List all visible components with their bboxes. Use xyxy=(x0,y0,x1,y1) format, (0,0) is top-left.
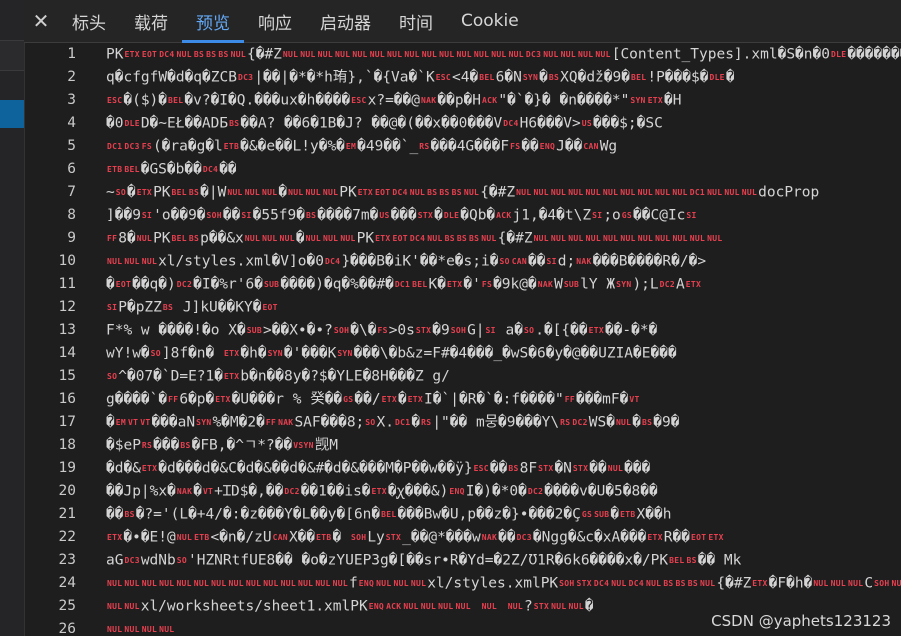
line-number: 22 xyxy=(58,529,76,545)
code-line: 17 �EM VT VT���aNSYN%�M�2�FF NAKSAF���8;SOX.… xyxy=(24,411,901,434)
code-line: 12 SIP�pZZBS J]kU��KY�EOT xyxy=(24,296,901,319)
line-text: wY!w�SO]8f�n� ETX�h�SYN�'���KSYN���\�b&z… xyxy=(106,345,677,362)
line-number: 21 xyxy=(58,506,76,522)
code-line: 3 ESC�($)�BEL�v?�I�Q.���ux�h����ESCx?=��@… xyxy=(24,89,901,112)
line-number: 11 xyxy=(58,276,76,292)
line-number: 23 xyxy=(58,552,76,568)
code-line: 2 q�cfgfW�d�q�ZCBDC3|��|�*�*h珛},`�{Va�`KE… xyxy=(24,66,901,89)
line-number: 20 xyxy=(58,483,76,499)
line-text: ESC�($)�BEL�v?�I�Q.���ux�h����ESCx?=��@N… xyxy=(107,92,682,109)
line-text: FF8�NULPKBEL BSp��&xNUL NUL NUL�NUL NUL NULPK… xyxy=(107,230,723,247)
side-panel-row[interactable] xyxy=(0,70,24,101)
line-text: NUL NUL NUL NUL xyxy=(107,625,175,634)
line-text: ��BS�?='(L�+4/�:�z���Y�L��y�[6n�BEL���Bw… xyxy=(106,506,672,523)
line-number: 15 xyxy=(58,368,76,384)
line-number: 18 xyxy=(58,437,76,453)
line-text: q�cfgfW�d�q�ZCBDC3|��|�*�*h珛},`�{Va�`KES… xyxy=(106,69,735,86)
code-line: 20 ��Jp|%x�NAK�VT+ꞮD$�,��DC2��1��is�ETX�ꭕ… xyxy=(24,480,901,503)
code-line: 9 FF8�NULPKBEL BSp��&xNUL NUL NUL�NUL NUL NULP… xyxy=(24,227,901,250)
line-number: 10 xyxy=(58,253,76,269)
line-number: 4 xyxy=(67,115,76,131)
line-text: F*% w ����!�o X�SUB>��X•�•?SOH�\�FS>0sST… xyxy=(106,322,658,339)
line-number: 12 xyxy=(58,299,76,315)
line-text: �EOT��q�)DC2�I�%r'6�SUB����)�q�%��#�DC1 B… xyxy=(106,276,702,293)
code-line: 1 PKETX EOT DC4 NUL BS BS BS NUL{�#ZNUL NUL NUL NUL… xyxy=(24,43,901,66)
code-line: 7 ~SO�ETXPKBEL BS�|WNUL NUL NUL�NUL NUL NULPKE… xyxy=(24,181,901,204)
code-line: 22 ETX�•�E!@NUL ETB<�n�/zUCANX��ETB� SOHLy… xyxy=(24,526,901,549)
response-preview-code[interactable]: 1 PKETX EOT DC4 NUL BS BS BS NUL{�#ZNUL NUL NUL NUL… xyxy=(24,43,901,636)
tab-headers[interactable]: 标头 xyxy=(58,0,120,42)
line-text: ~SO�ETXPKBEL BS�|WNUL NUL NUL�NUL NUL NULPKET… xyxy=(106,184,820,201)
line-number: 1 xyxy=(67,46,76,62)
line-number: 8 xyxy=(67,207,76,223)
code-line: 14 wY!w�SO]8f�n� ETX�h�SYN�'���KSYN���\�b… xyxy=(24,342,901,365)
tab-preview[interactable]: 预览 xyxy=(182,0,244,43)
code-line: 21 ��BS�?='(L�+4/�:�z���Y�L��y�[6n�BEL���… xyxy=(24,503,901,526)
line-text: g����`�FF6�p�ETX�U���r % 癸��GS��/ETX�ETX… xyxy=(106,391,640,408)
tab-timing[interactable]: 时间 xyxy=(385,0,447,42)
line-text: NUL NUL NULxl/styles.xml�V]o�0DC4}���B�iK'… xyxy=(107,253,707,270)
line-number: 6 xyxy=(67,161,76,177)
code-line: 24 NUL NUL NUL NUL NUL NUL NUL NUL NUL NUL NUL NUL NU… xyxy=(24,572,901,595)
code-line: 8 ]��9SI'o��9�SOH��SI�55f9�BS����7m�US���… xyxy=(24,204,901,227)
line-number: 26 xyxy=(58,621,76,636)
line-number: 17 xyxy=(58,414,76,430)
code-line: 13 F*% w ����!�o X�SUB>��X•�•?SOH�\�FS>0s… xyxy=(24,319,901,342)
line-text: ]��9SI'o��9�SOH��SI�55f9�BS����7m�US���S… xyxy=(106,207,697,224)
line-number: 2 xyxy=(67,69,76,85)
line-number: 9 xyxy=(67,230,76,246)
tab-cookies[interactable]: Cookie xyxy=(447,0,533,42)
watermark: CSDN @yaphets123123 xyxy=(709,612,893,630)
line-number: 7 xyxy=(67,184,76,200)
line-text: �EM VT VT���aNSYN%�M�2�FF NAKSAF���8;SOX.DC… xyxy=(106,414,680,431)
tab-response[interactable]: 响应 xyxy=(244,0,306,42)
line-text: �$ePRS���BS�FB,�^ㄱ*?��VSYN觊M xyxy=(106,437,338,454)
line-number: 14 xyxy=(58,345,76,361)
code-line: 19 �d�&ETX�d���d�&C�d�&��d�&#�d�&���M�P��… xyxy=(24,457,901,480)
code-line: 10 NUL NUL NULxl/styles.xml�V]o�0DC4}���B�i… xyxy=(24,250,901,273)
line-text: ETX�•�E!@NUL ETB<�n�/zUCANX��ETB� SOHLyST… xyxy=(107,529,724,546)
code-line: 11 �EOT��q�)DC2�I�%r'6�SUB����)�q�%��#�DC… xyxy=(24,273,901,296)
devtools-tab-bar: ✕ 标头 载荷 预览 响应 启动器 时间 Cookie xyxy=(24,0,901,43)
line-text: PKETX EOT DC4 NUL BS BS BS NUL{�#ZNUL NUL NUL NUL N… xyxy=(106,46,901,63)
line-number: 5 xyxy=(67,138,76,154)
line-text: DC1 DC3 FS(�ra�g�lETB�&�e��L!y�%�EM�49��`_… xyxy=(107,138,618,155)
code-line: 15 SO^�07�`D=E?1�ETXb�n��8y�?$�YLE�8H���Z… xyxy=(24,365,901,388)
line-number: 3 xyxy=(67,92,76,108)
side-panel-row[interactable] xyxy=(0,40,24,71)
line-text: �d�&ETX�d���d�&C�d�&��d�&#�d�&���M�P��w�… xyxy=(106,460,651,477)
line-text: aGDC3wdNbSO'HZNRtfUE8�� �o�zYUEP3g�[��sr… xyxy=(106,552,742,569)
line-text: �0DLED�~EŁ��ADБBS��A? ��6�1B�J? ��@�(��x… xyxy=(106,115,663,132)
line-text: SO^�07�`D=E?1�ETXb�n��8y�?$�YLE�8H���Z g… xyxy=(107,368,450,385)
line-text: NUL NULxl/worksheets/sheet1.xmlPKENQ ACK NU… xyxy=(107,598,594,615)
tab-initiator[interactable]: 启动器 xyxy=(306,0,385,42)
line-text: NUL NUL NUL NUL NUL NUL NUL NUL NUL NUL NUL NUL NUL N… xyxy=(107,575,901,592)
side-panel-selected-row[interactable] xyxy=(0,100,24,128)
close-icon[interactable]: ✕ xyxy=(24,0,58,42)
code-line: 4 �0DLED�~EŁ��ADБBS��A? ��6�1B�J? ��@�(��… xyxy=(24,112,901,135)
code-line: 6 ETB BEL�GS�b��DC4�� xyxy=(24,158,901,181)
code-line: 5 DC1 DC3 FS(�ra�g�lETB�&�e��L!y�%�EM�49��`… xyxy=(24,135,901,158)
line-text: ETB BEL�GS�b��DC4�� xyxy=(107,161,237,178)
line-text: ��Jp|%x�NAK�VT+ꞮD$�,��DC2��1��is�ETX�ꭕ��… xyxy=(106,483,658,500)
line-number: 19 xyxy=(58,460,76,476)
line-number: 24 xyxy=(58,575,76,591)
line-text: SIP�pZZBS J]kU��KY�EOT xyxy=(107,299,278,316)
code-line: 23 aGDC3wdNbSO'HZNRtfUE8�� �o�zYUEP3g�[��… xyxy=(24,549,901,572)
line-number: 25 xyxy=(58,598,76,614)
code-line: 18 �$ePRS���BS�FB,�^ㄱ*?��VSYN觊M xyxy=(24,434,901,457)
code-line: 16 g����`�FF6�p�ETX�U���r % 癸��GS��/ETX�E… xyxy=(24,388,901,411)
tab-payload[interactable]: 载荷 xyxy=(120,0,182,42)
side-panel-strip xyxy=(0,0,25,636)
line-number: 16 xyxy=(58,391,76,407)
line-number: 13 xyxy=(58,322,76,338)
